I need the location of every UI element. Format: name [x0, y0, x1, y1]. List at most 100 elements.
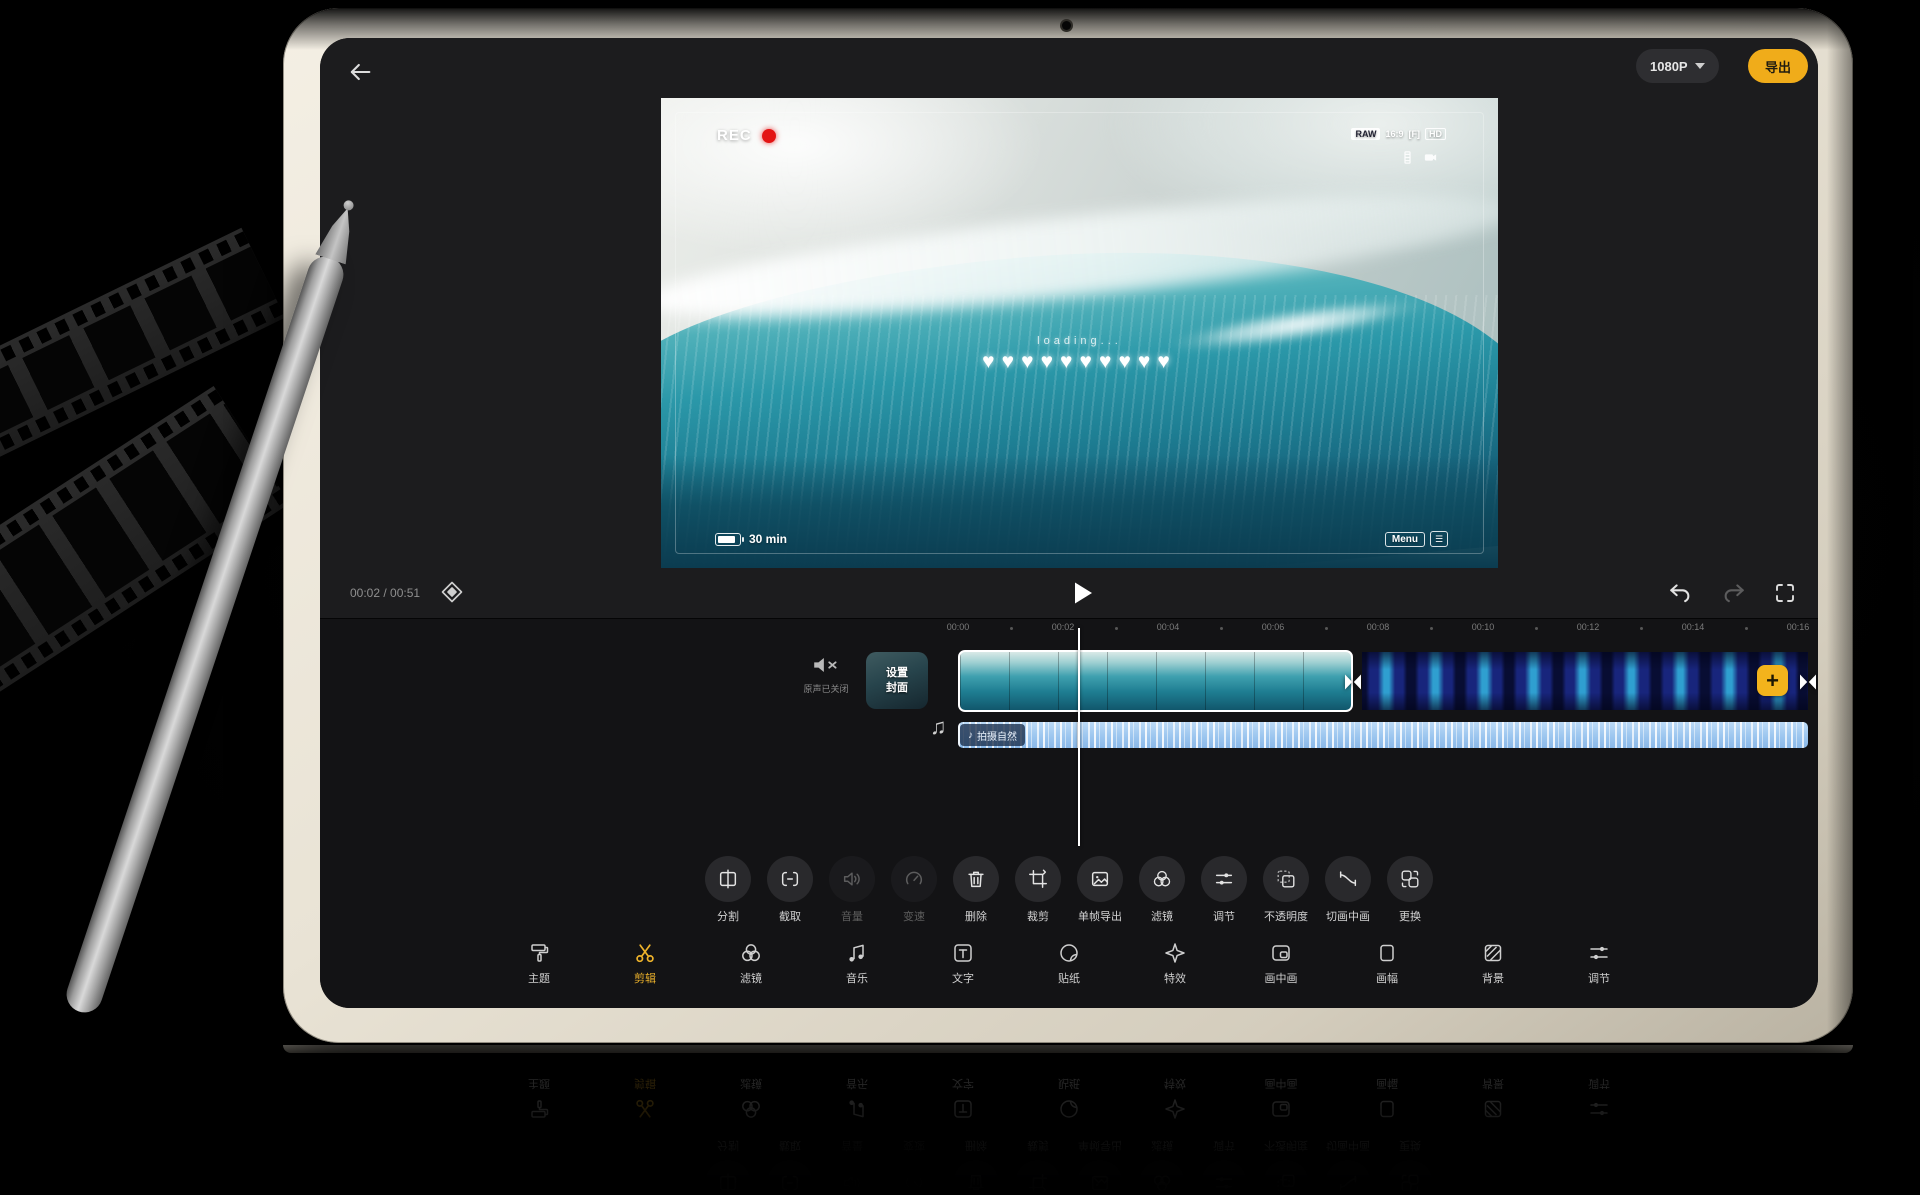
fullscreen-button[interactable] — [1770, 578, 1800, 608]
video-preview[interactable]: REC RAW 16:9 [F] HD loading... ♥♥♥♥♥♥♥♥♥… — [661, 98, 1498, 568]
export-button[interactable]: 导出 — [1748, 49, 1808, 83]
tool-crop[interactable]: 裁剪 — [1015, 856, 1061, 924]
effects-star-icon — [1163, 941, 1187, 965]
tab-sticker[interactable]: 贴纸 — [1045, 941, 1093, 986]
tool-trim[interactable]: 截取 — [767, 856, 813, 924]
keyframe-button[interactable] — [436, 576, 468, 608]
play-icon — [1072, 581, 1094, 605]
record-dot-icon — [762, 129, 776, 143]
background-icon — [1481, 941, 1505, 965]
replace-icon — [1399, 868, 1421, 890]
tab-effects[interactable]: 特效 — [1151, 941, 1199, 986]
main-tab-bar: 主题 剪辑 滤镜 音乐 — [320, 941, 1818, 986]
tab-pip[interactable]: 画中画 — [1257, 941, 1305, 986]
adjust-sliders-icon — [1587, 941, 1611, 965]
bottom-bars: 分割 截取 音量 变速 — [320, 1054, 1818, 1195]
play-button[interactable] — [1068, 578, 1098, 608]
focus-badge: [F] — [1409, 129, 1421, 139]
audio-clip-label: 拍摄自然 — [977, 728, 1017, 743]
playhead — [1078, 628, 1080, 846]
tool-speed: 变速 — [891, 856, 937, 924]
sliders-icon — [1213, 868, 1235, 890]
redo-icon — [1720, 580, 1746, 606]
tab-text[interactable]: 文字 — [939, 941, 987, 986]
undo-button[interactable] — [1666, 578, 1696, 608]
tab-music[interactable]: 音乐 — [833, 941, 881, 986]
redo-button — [1718, 578, 1748, 608]
fullscreen-icon — [1773, 581, 1797, 605]
to-pip-icon — [1337, 868, 1359, 890]
clip-tool-row: 分割 截取 音量 变速 — [320, 856, 1818, 924]
note-icon: ♪ — [968, 730, 973, 741]
camera-badges: RAW 16:9 [F] HD — [1351, 128, 1446, 140]
tablet: 1080P 导出 REC — [283, 8, 1853, 1043]
tool-export-frame[interactable]: 单帧导出 — [1077, 856, 1123, 924]
hd-badge: HD — [1425, 128, 1446, 140]
raw-badge: RAW — [1351, 128, 1380, 140]
viewfinder-frame — [675, 112, 1484, 554]
mute-original-sound-button[interactable]: 原声已关闭 — [790, 652, 862, 695]
time-display: 00:02 / 00:51 — [350, 586, 420, 600]
tool-to-pip[interactable]: 切画中画 — [1325, 856, 1371, 924]
volume-icon — [841, 868, 863, 890]
transition-bowtie-icon — [1341, 670, 1365, 694]
keyframe-diamond-icon — [440, 580, 464, 604]
tool-adjust[interactable]: 调节 — [1201, 856, 1247, 924]
hearts-row: ♥♥♥♥♥♥♥♥♥♥ — [661, 350, 1498, 374]
resolution-value: 1080P — [1650, 59, 1688, 74]
transition-button-2[interactable] — [1794, 668, 1818, 696]
scissors-icon — [633, 941, 657, 965]
camcorder-icon — [1423, 150, 1438, 165]
undo-icon — [1668, 580, 1694, 606]
tab-canvas[interactable]: 画幅 — [1363, 941, 1411, 986]
audio-waveform — [958, 722, 1808, 748]
filter-icon — [1151, 868, 1173, 890]
chevron-down-icon — [1695, 63, 1705, 69]
filter-icon — [739, 941, 763, 965]
transition-bowtie-icon — [1796, 670, 1818, 694]
tab-adjust[interactable]: 调节 — [1575, 941, 1623, 986]
rec-indicator: REC — [717, 127, 776, 144]
tool-split[interactable]: 分割 — [705, 856, 751, 924]
resolution-dropdown[interactable]: 1080P — [1636, 49, 1719, 83]
music-icon — [845, 941, 869, 965]
add-clip-button[interactable]: + — [1757, 665, 1788, 696]
audio-track[interactable]: ♪ 拍摄自然 — [958, 722, 1808, 748]
tab-background[interactable]: 背景 — [1469, 941, 1517, 986]
speed-icon — [903, 868, 925, 890]
audio-track-note-icon: ♫ — [930, 714, 947, 740]
back-button[interactable] — [338, 50, 382, 94]
tablet-screen: 1080P 导出 REC — [320, 38, 1818, 1008]
trash-icon — [965, 868, 987, 890]
tablet-reflection: 分割 截取 音量 变速 — [320, 1054, 1818, 1195]
canvas-ratio-icon — [1375, 941, 1399, 965]
tab-theme[interactable]: 主题 — [515, 941, 563, 986]
scene: 1080P 导出 REC — [0, 0, 1920, 1195]
tablet-bezel-reflection — [283, 1045, 1853, 1053]
theme-brush-icon — [527, 941, 551, 965]
tool-delete[interactable]: 删除 — [953, 856, 999, 924]
text-icon — [951, 941, 975, 965]
film-icon — [1400, 150, 1415, 165]
video-clip-2[interactable] — [1362, 652, 1808, 710]
loading-text: loading... — [661, 335, 1498, 347]
video-clip-selected[interactable] — [958, 650, 1353, 712]
sticker-icon — [1057, 941, 1081, 965]
crop-rotate-icon — [1027, 868, 1049, 890]
front-camera — [1062, 21, 1071, 30]
tool-opacity[interactable]: 不透明度 — [1263, 856, 1309, 924]
pip-icon — [1269, 941, 1293, 965]
transition-button-1[interactable] — [1339, 668, 1367, 696]
trim-icon — [779, 868, 801, 890]
mute-label: 原声已关闭 — [790, 682, 862, 695]
tab-filter[interactable]: 滤镜 — [727, 941, 775, 986]
tool-replace[interactable]: 更换 — [1387, 856, 1433, 924]
tool-filter[interactable]: 滤镜 — [1139, 856, 1185, 924]
bottom-bars: 分割 截取 音量 变速 — [320, 848, 1818, 1008]
back-arrow-icon — [346, 58, 374, 86]
film-strip — [0, 228, 285, 463]
ratio-badge: 16:9 — [1385, 129, 1403, 139]
set-cover-button[interactable]: 设置 封面 — [866, 652, 928, 709]
hamburger-icon: ☰ — [1430, 531, 1448, 547]
tab-edit[interactable]: 剪辑 — [621, 941, 669, 986]
